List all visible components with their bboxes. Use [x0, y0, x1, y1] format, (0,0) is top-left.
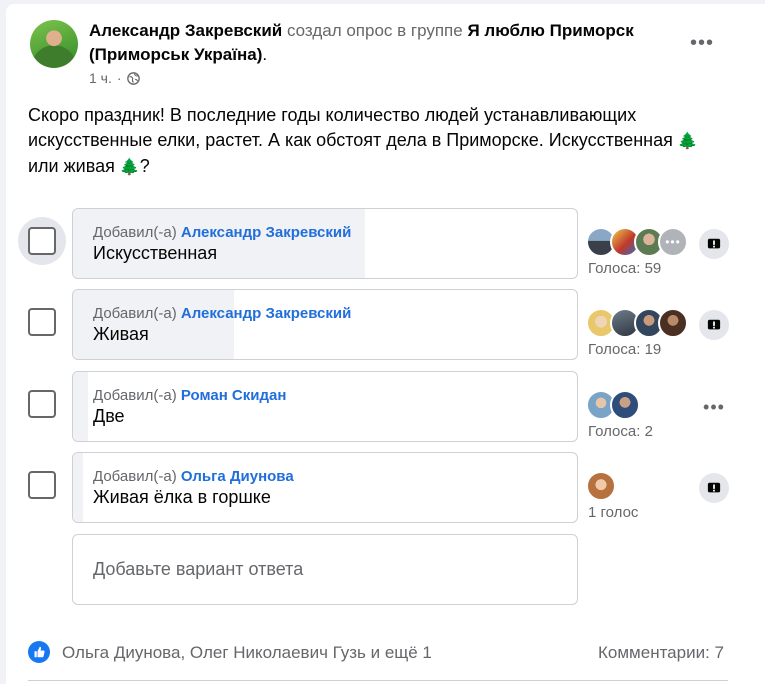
poll-option-checkbox[interactable] [18, 298, 66, 346]
post-footer: Ольга Диунова, Олег Николаевич Гузь и ещ… [28, 640, 748, 668]
post-header: Александр Закревский создал опрос в груп… [89, 19, 689, 67]
checkbox-icon [28, 227, 56, 255]
voter-avatar [586, 471, 616, 501]
vote-count[interactable]: 1 голос [588, 504, 638, 521]
option-more-button[interactable]: ••• [699, 392, 729, 422]
checkbox-icon [28, 471, 56, 499]
checkbox-icon [28, 308, 56, 336]
post-text-part1: Скоро праздник! В последние годы количес… [28, 105, 673, 150]
vote-count[interactable]: Голоса: 2 [588, 423, 653, 440]
comments-count[interactable]: Комментарии: 7 [598, 643, 724, 663]
alert-icon [707, 482, 721, 493]
vote-fill-bar [73, 453, 84, 522]
poll-option-label: Две [93, 406, 125, 426]
vote-fill-bar [73, 372, 89, 441]
poll-option-label: Живая [93, 324, 149, 344]
post-text: Скоро праздник! В последние годы количес… [28, 103, 728, 180]
voter-avatar [658, 308, 688, 338]
added-by-prefix: Добавил(-а) [93, 468, 177, 485]
poll-option-checkbox[interactable] [18, 461, 66, 509]
post-text-part2: или живая [28, 156, 115, 176]
checkbox-icon [28, 390, 56, 418]
alert-icon [707, 319, 721, 330]
poll-option-box[interactable]: Добавил(-а) Ольга Диунова Живая ёлка в г… [72, 452, 578, 523]
reactors-summary[interactable]: Ольга Диунова, Олег Николаевич Гузь и ещ… [62, 643, 432, 663]
header-period: . [262, 45, 268, 64]
report-option-button[interactable] [699, 229, 729, 259]
poll-option: Добавил(-а) Александр Закревский Искусст… [18, 208, 758, 280]
added-by-name[interactable]: Ольга Диунова [181, 468, 294, 485]
added-by-name[interactable]: Роман Скидан [181, 387, 287, 404]
tree-emoji-icon: 🌲 [677, 133, 698, 150]
poll-option: Добавил(-а) Ольга Диунова Живая ёлка в г… [18, 452, 758, 524]
add-option-button[interactable]: Добавьте вариант ответа [72, 534, 578, 605]
voter-avatars[interactable] [586, 390, 640, 422]
added-by-prefix: Добавил(-а) [93, 305, 177, 322]
poll-option-box[interactable]: Добавил(-а) Александр Закревский Искусст… [72, 208, 578, 279]
added-by-prefix: Добавил(-а) [93, 224, 177, 241]
author-name[interactable]: Александр Закревский [89, 21, 282, 40]
added-by-prefix: Добавил(-а) [93, 387, 177, 404]
like-reaction-icon[interactable] [28, 641, 50, 663]
voter-avatar [610, 390, 640, 420]
poll-option-checkbox[interactable] [18, 217, 66, 265]
alert-icon [707, 238, 721, 249]
vote-count[interactable]: Голоса: 19 [588, 341, 661, 358]
post-options-button[interactable]: ••• [690, 32, 714, 55]
added-by-line: Добавил(-а) Александр Закревский [93, 305, 351, 322]
poll-option: Добавил(-а) Роман Скидан Две Голоса: 2 •… [18, 371, 758, 443]
post-meta: 1 ч. · [89, 70, 140, 86]
voter-avatars[interactable]: ••• [586, 227, 688, 259]
author-avatar[interactable] [30, 20, 78, 68]
more-voters-icon: ••• [658, 227, 688, 257]
footer-divider [28, 680, 728, 681]
poll-option-label: Живая ёлка в горшке [93, 487, 271, 507]
post-text-part3: ? [139, 156, 150, 176]
tree-emoji-icon: 🌲 [119, 159, 140, 176]
added-by-line: Добавил(-а) Роман Скидан [93, 387, 286, 404]
post-time[interactable]: 1 ч. [89, 70, 112, 86]
poll-option-box[interactable]: Добавил(-а) Александр Закревский Живая [72, 289, 578, 360]
voter-avatars[interactable] [586, 471, 616, 503]
poll-option-checkbox[interactable] [18, 380, 66, 428]
voter-avatars[interactable] [586, 308, 688, 340]
globe-icon [126, 71, 140, 85]
poll-option-label: Искусственная [93, 243, 218, 263]
added-by-line: Добавил(-а) Ольга Диунова [93, 468, 294, 485]
added-by-line: Добавил(-а) Александр Закревский [93, 224, 351, 241]
meta-dot: · [116, 70, 122, 86]
added-by-name[interactable]: Александр Закревский [181, 305, 352, 322]
added-by-name[interactable]: Александр Закревский [181, 224, 352, 241]
report-option-button[interactable] [699, 310, 729, 340]
poll-option: Добавил(-а) Александр Закревский Живая Г… [18, 289, 758, 361]
vote-count[interactable]: Голоса: 59 [588, 260, 661, 277]
poll-option-box[interactable]: Добавил(-а) Роман Скидан Две [72, 371, 578, 442]
report-option-button[interactable] [699, 473, 729, 503]
post-action: создал опрос в группе [286, 21, 463, 40]
